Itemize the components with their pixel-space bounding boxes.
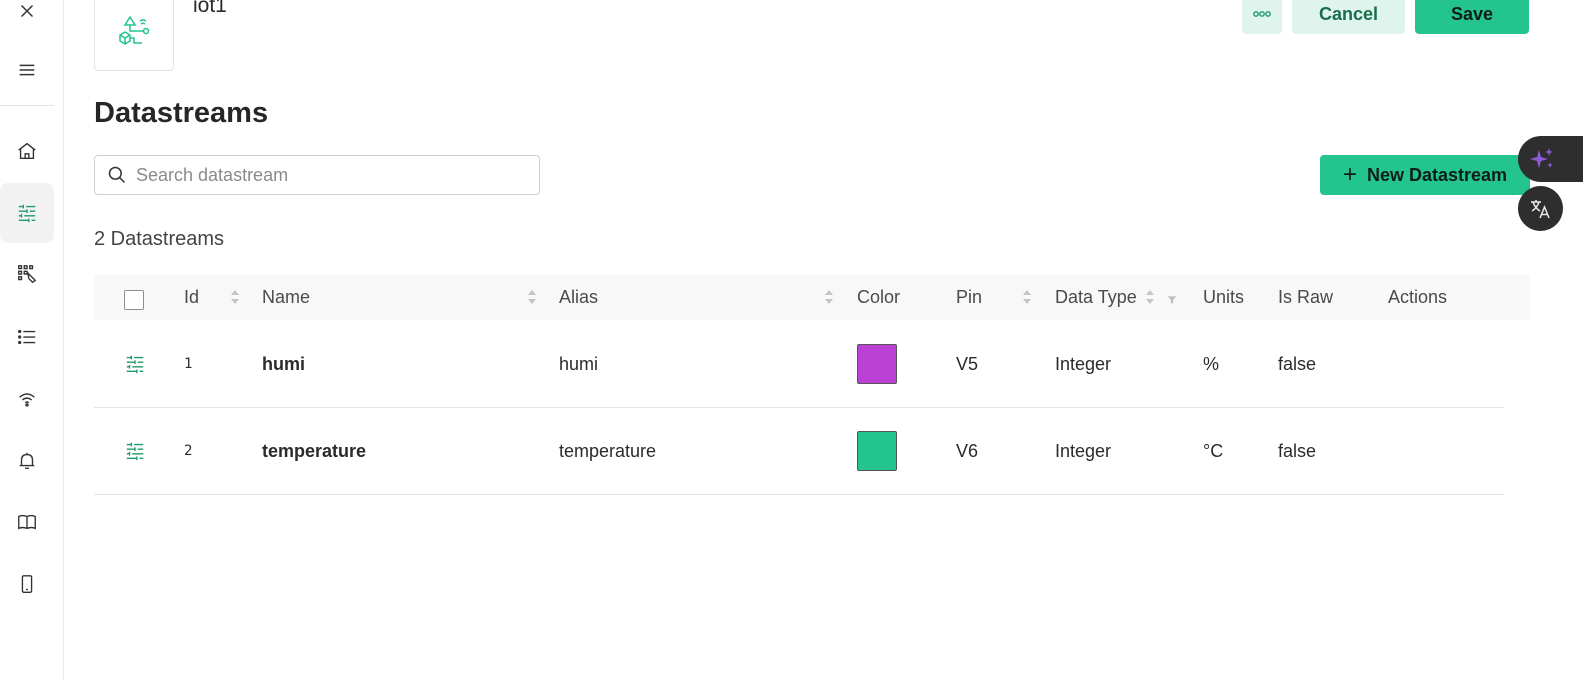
cell-is-raw: false [1278,353,1317,374]
datastreams-icon [18,204,36,223]
column-header-alias[interactable]: Alias [559,274,598,320]
template-image[interactable] [94,0,174,71]
new-datastream-button[interactable]: + New Datastream [1320,155,1530,195]
column-header-color: Color [857,286,901,307]
bell-icon [19,452,35,470]
translate-icon [1530,199,1550,218]
sidebar-item-home[interactable] [0,128,54,174]
book-icon [18,514,36,530]
column-header-units: Units [1203,286,1245,307]
more-dots-icon [1253,11,1271,17]
save-button[interactable]: Save [1415,0,1529,34]
automation-icon [18,265,37,284]
cell-pin: V5 [956,353,979,374]
cell-id: 1 [184,356,193,372]
new-datastream-label: New Datastream [1366,164,1508,185]
sidebar-item-list[interactable] [0,314,54,360]
datastream-row-icon [124,407,146,495]
column-header-actions: Actions [1388,286,1448,307]
menu-button[interactable] [0,47,54,93]
sidebar-item-datastreams[interactable] [0,183,54,243]
cell-is-raw: false [1278,440,1317,461]
search-icon [108,166,126,184]
search-input[interactable] [136,164,516,186]
page-title: Datastreams [94,97,269,129]
sort-name-icon[interactable] [527,288,537,306]
cell-alias: temperature [559,440,657,461]
menu-icon [19,64,35,76]
ai-assistant-button[interactable] [1518,136,1583,182]
sort-data-type-icon[interactable] [1145,288,1155,306]
column-header-name[interactable]: Name [262,274,310,320]
sidebar-divider [0,105,54,106]
table-header: Id Name Alias Color Pin Data Type Units … [94,274,1530,320]
translate-button[interactable] [1518,186,1563,231]
cell-data-type: Integer [1055,440,1112,461]
color-swatch [857,431,897,471]
sidebar-item-docs[interactable] [0,499,54,545]
cell-name[interactable]: humi [262,320,305,408]
datastream-count: 2 Datastreams [94,228,225,250]
table-row[interactable]: 1 humi humi V5 Integer % false [94,320,1504,408]
cell-units: % [1203,353,1220,374]
sidebar-item-connectivity[interactable] [0,376,54,422]
cell-color [857,320,897,408]
sort-id-icon[interactable] [230,288,240,306]
close-button[interactable] [0,0,54,34]
column-header-data-type[interactable]: Data Type [1055,274,1137,320]
select-all-checkbox[interactable] [124,290,144,310]
more-options-button[interactable] [1242,0,1282,34]
sidebar [0,0,64,680]
cancel-button[interactable]: Cancel [1292,0,1405,34]
cell-units: °C [1203,440,1224,461]
color-swatch [857,344,897,384]
column-header-id[interactable]: Id [184,274,199,320]
sort-pin-icon[interactable] [1022,288,1032,306]
home-icon [18,142,36,160]
close-icon [20,4,34,18]
cell-color [857,407,897,495]
sidebar-item-notifications[interactable] [0,438,54,484]
list-icon [18,329,36,345]
cell-data-type: Integer [1055,353,1112,374]
column-header-pin[interactable]: Pin [956,274,982,320]
sidebar-item-mobile[interactable] [0,561,54,607]
filter-icon[interactable] [1167,291,1181,304]
cell-name[interactable]: temperature [262,407,366,495]
sidebar-item-automations[interactable] [0,251,54,297]
template-name: iot1 [193,0,227,17]
column-header-is-raw: Is Raw [1278,286,1334,307]
search-box [94,155,540,195]
sparkle-icon [1530,148,1553,168]
cell-alias: humi [559,353,599,374]
cell-pin: V6 [956,440,979,461]
mobile-icon [21,575,33,593]
iot-template-icon [119,15,150,45]
table-row[interactable]: 2 temperature temperature V6 Integer °C … [94,407,1504,495]
cell-id: 2 [184,443,193,459]
datastream-row-icon [124,320,146,408]
wifi-icon [19,393,35,407]
plus-icon: + [1342,161,1357,188]
sort-alias-icon[interactable] [824,288,834,306]
